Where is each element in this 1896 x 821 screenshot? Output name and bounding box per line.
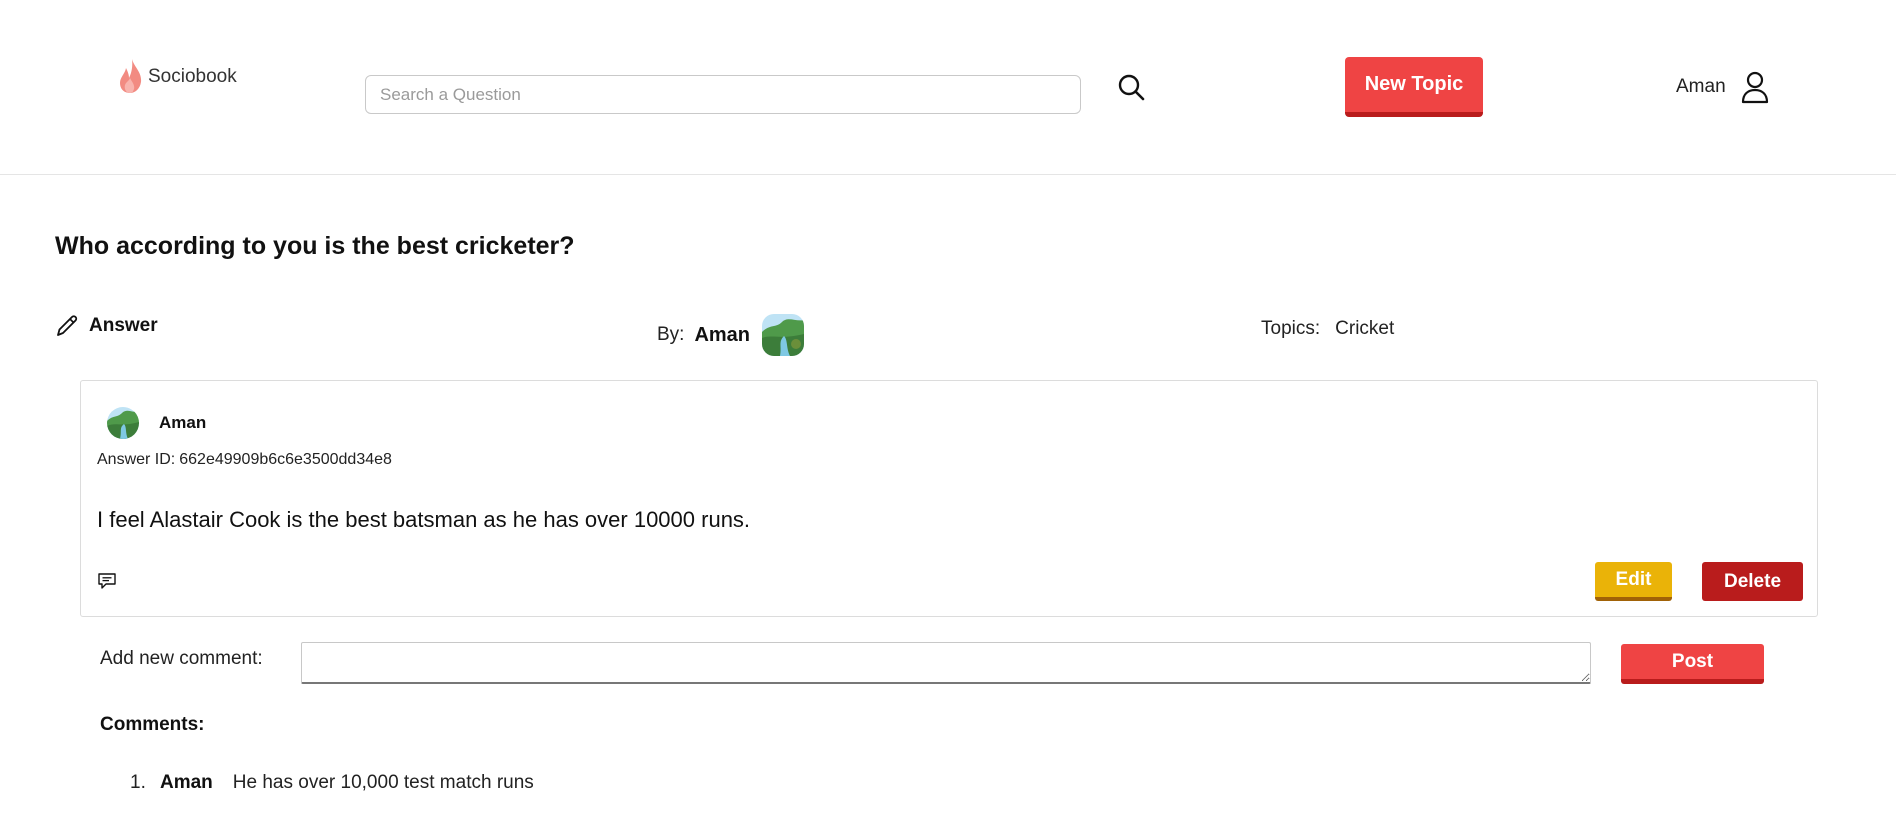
comment-author: Aman [160,772,213,793]
post-button[interactable]: Post [1621,644,1764,684]
answer-author: Aman [107,407,206,439]
question-meta: Answer By: Aman Topics: Cricket [55,312,1855,356]
comments-list: 1. Aman He has over 10,000 test match ru… [130,772,534,794]
search-icon[interactable] [1116,72,1148,104]
comments-heading: Comments: [100,714,205,735]
brand-name: Sociobook [148,66,237,87]
topics-label: Topics: [1261,318,1321,339]
avatar [762,314,805,356]
answer-label: Answer [89,315,158,336]
topic-tag[interactable]: Cricket [1335,318,1394,340]
brand-logo[interactable]: Sociobook [118,58,237,94]
flame-logo-icon [120,59,142,93]
user-menu[interactable]: Aman [1676,70,1770,104]
list-item: 1. Aman He has over 10,000 test match ru… [130,772,534,794]
answer-text: I feel Alastair Cook is the best batsman… [97,507,751,532]
question-topics: Topics: Cricket [1261,318,1394,340]
edit-button[interactable]: Edit [1595,562,1672,601]
user-profile-icon [1741,71,1768,104]
comment-input[interactable] [301,642,1591,684]
answer-id: Answer ID: 662e49909b6c6e3500dd34e8 [97,451,392,469]
user-name: Aman [1676,76,1726,97]
add-comment-label: Add new comment: [100,648,263,669]
question-author: By: Aman [657,314,805,356]
author-name: Aman [694,323,751,346]
avatar [107,407,139,439]
answer-author-name: Aman [159,413,207,432]
answer-id-value: 662e49909b6c6e3500dd34e8 [179,451,392,468]
delete-button[interactable]: Delete [1702,562,1803,601]
top-header: Sociobook New Topic Aman [0,0,1896,175]
new-topic-button[interactable]: New Topic [1345,57,1483,117]
comment-number: 1. [130,772,146,793]
search-input[interactable] [365,75,1081,114]
by-label: By: [657,324,685,345]
answer-card: Aman Answer ID: 662e49909b6c6e3500dd34e8 … [80,380,1818,617]
comment-icon[interactable] [97,571,117,591]
answer-button[interactable]: Answer [55,314,158,338]
question-title: Who according to you is the best cricket… [55,232,575,260]
answer-id-label: Answer ID: [97,451,176,468]
comment-text: He has over 10,000 test match runs [232,772,534,793]
pencil-icon [57,315,78,336]
